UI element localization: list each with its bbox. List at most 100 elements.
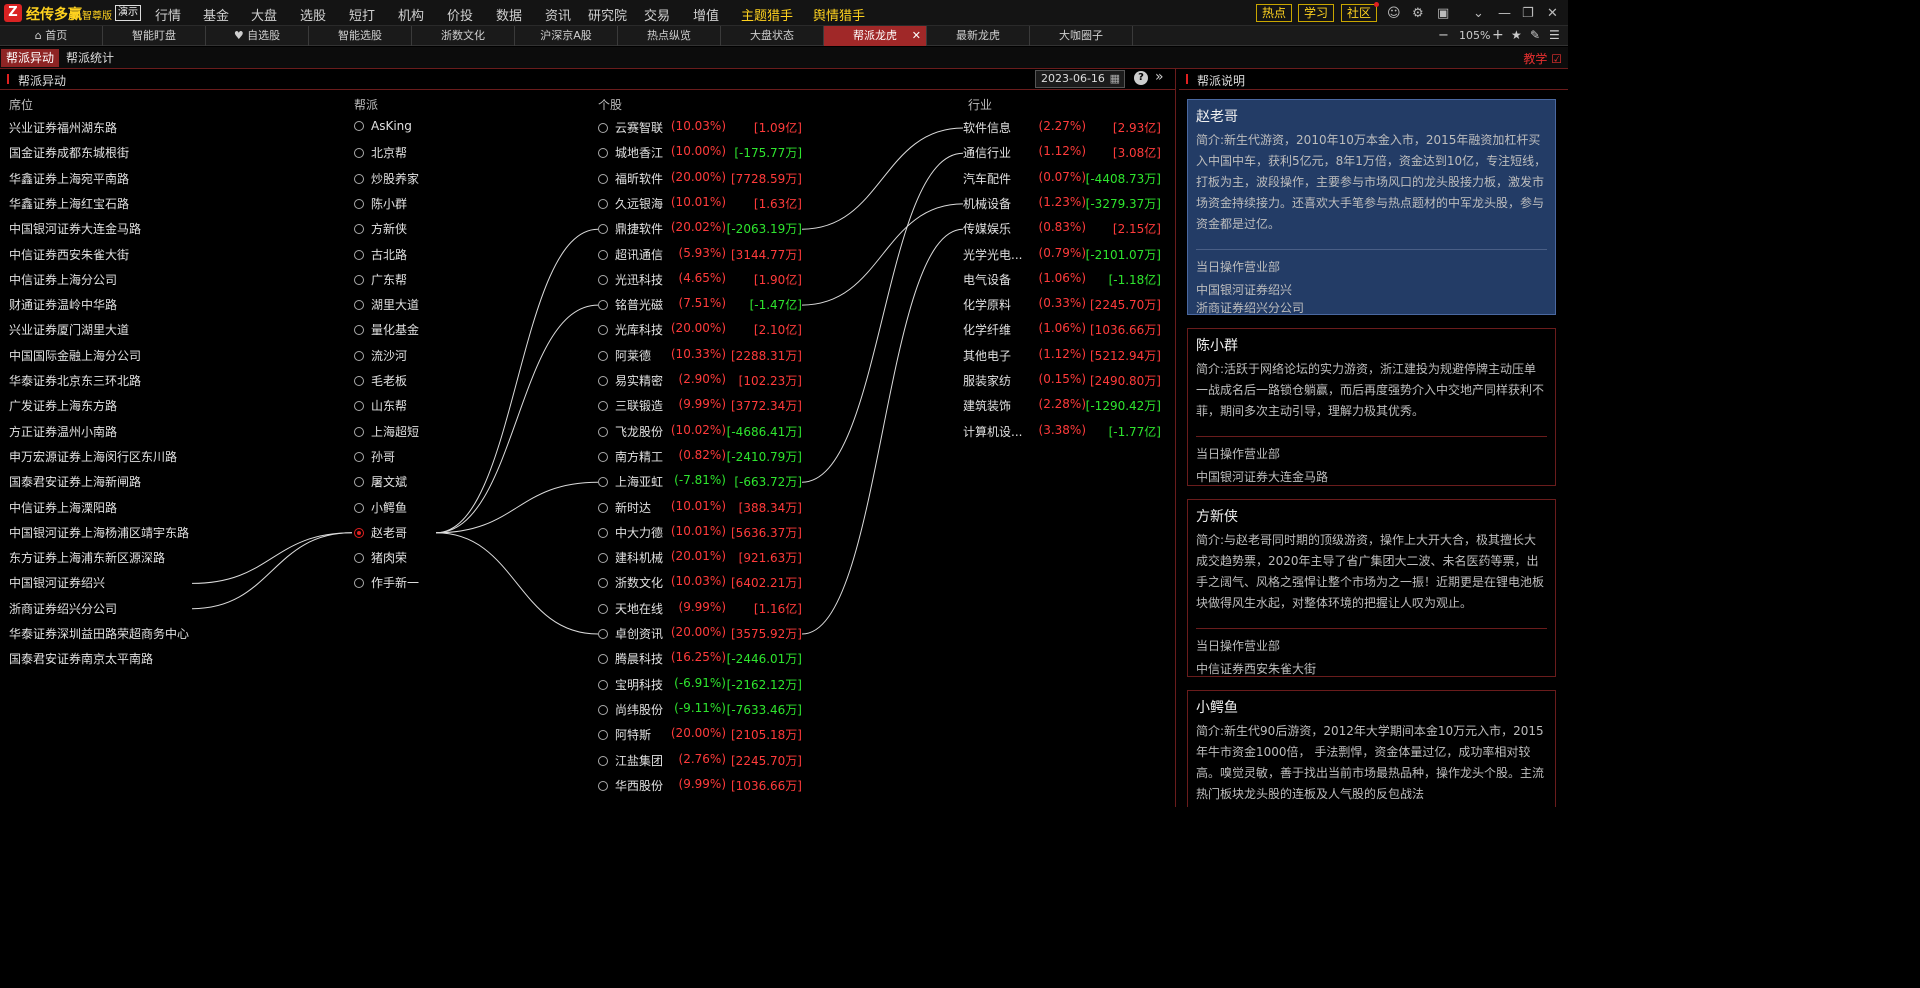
menu-item[interactable]: 选股 [300, 5, 326, 24]
stock-row[interactable]: 尚纬股份 [598, 701, 663, 718]
menu-item[interactable]: 主题猎手 [741, 5, 793, 24]
gang-row[interactable]: 孙哥 [354, 448, 395, 465]
stock-row[interactable]: 超讯通信 [598, 246, 663, 263]
menu-item[interactable]: 机构 [398, 5, 424, 24]
star-icon[interactable]: ★ [1511, 28, 1522, 42]
seat-row[interactable]: 中国国际金融上海分公司 [9, 347, 141, 364]
radio-button[interactable] [598, 629, 608, 639]
stock-row[interactable]: 南方精工 [598, 448, 663, 465]
radio-button[interactable] [354, 578, 364, 589]
industry-name[interactable]: 计算机设... [963, 423, 1022, 440]
gear-icon[interactable]: ⚙ [1412, 6, 1424, 21]
radio-button[interactable] [598, 173, 608, 184]
seat-row[interactable]: 中国银河证券上海杨浦区靖宇东路 [9, 524, 189, 541]
radio-button[interactable] [598, 755, 608, 766]
stock-row[interactable]: 腾晨科技 [598, 650, 663, 667]
list-icon[interactable]: ☰ [1549, 28, 1560, 42]
seat-row[interactable]: 中国银河证券绍兴 [9, 574, 105, 591]
seat-row[interactable]: 申万宏源证券上海闵行区东川路 [9, 448, 177, 465]
tab-item[interactable]: ⌂ 首页 [0, 26, 103, 46]
zoom-out-icon[interactable]: − [1438, 28, 1449, 43]
menu-item[interactable]: 数据 [496, 5, 522, 24]
top-button[interactable]: 热点 [1256, 4, 1293, 22]
gang-row[interactable]: AsKing [354, 119, 412, 133]
radio-button[interactable] [354, 274, 364, 285]
radio-button[interactable] [598, 679, 608, 690]
gang-row[interactable]: 北京帮 [354, 144, 407, 161]
seat-row[interactable]: 国泰君安证券南京太平南路 [9, 650, 153, 667]
radio-button[interactable] [598, 401, 608, 412]
stock-row[interactable]: 城地香江 [598, 144, 663, 161]
tab-item[interactable]: 大盘状态 [721, 26, 824, 46]
stock-row[interactable]: 上海亚虹 [598, 473, 663, 490]
gang-row[interactable]: 量化基金 [354, 321, 419, 338]
gang-row[interactable]: 湖里大道 [354, 296, 419, 313]
gang-card[interactable]: 方新侠 简介:与赵老哥同时期的顶级游资，操作上大开大合，极其擅长大成交趋势票，20… [1187, 499, 1556, 677]
radio-button[interactable] [354, 350, 364, 361]
gang-card[interactable]: 小鳄鱼 简介:新生代90后游资，2012年大学期间本金10万元入市，2015年牛市… [1187, 690, 1556, 807]
radio-button[interactable] [354, 300, 364, 311]
radio-button[interactable] [354, 325, 364, 336]
radio-button[interactable] [598, 477, 608, 488]
seat-row[interactable]: 中国银河证券大连金马路 [9, 220, 141, 237]
radio-button[interactable] [598, 578, 608, 589]
stock-row[interactable]: 阿特斯 [598, 726, 651, 743]
gang-card[interactable]: 陈小群 简介:活跃于网络论坛的实力游资，浙江建投为规避停牌主动压单一战成名后一路锁… [1187, 328, 1556, 486]
industry-name[interactable]: 服装家纺 [963, 372, 1011, 389]
gang-row[interactable]: 炒股养家 [354, 170, 419, 187]
radio-button[interactable] [354, 173, 364, 184]
radio-button[interactable] [354, 198, 364, 209]
stock-row[interactable]: 铭普光磁 [598, 296, 663, 313]
radio-button[interactable] [598, 198, 608, 209]
gang-row[interactable]: 小鳄鱼 [354, 499, 407, 516]
seat-row[interactable]: 广发证券上海东方路 [9, 397, 117, 414]
radio-button[interactable] [598, 527, 608, 538]
radio-button[interactable] [598, 553, 608, 564]
industry-name[interactable]: 其他电子 [963, 347, 1011, 364]
radio-button[interactable] [354, 121, 364, 131]
stock-row[interactable]: 中大力德 [598, 524, 663, 541]
tab-item[interactable]: 沪深京A股 [515, 26, 618, 46]
radio-button[interactable] [598, 350, 608, 361]
window-icon[interactable]: ▣ [1437, 6, 1449, 21]
menu-item[interactable]: 基金 [203, 5, 229, 24]
radio-button[interactable] [354, 527, 364, 538]
radio-button[interactable] [598, 451, 608, 462]
stock-row[interactable]: 浙数文化 [598, 574, 663, 591]
menu-item[interactable]: 价投 [447, 5, 473, 24]
radio-button[interactable] [598, 274, 608, 285]
gang-row[interactable]: 猪肉荣 [354, 549, 407, 566]
radio-button[interactable] [598, 224, 608, 235]
industry-name[interactable]: 汽车配件 [963, 170, 1011, 187]
restore-icon[interactable]: ❐ [1522, 6, 1534, 21]
gang-card[interactable]: 赵老哥 简介:新生代游资，2010年10万本金入市，2015年融资加杠杆买入中国中… [1187, 99, 1556, 315]
gang-row[interactable]: 作手新一 [354, 574, 419, 591]
menu-item[interactable]: 资讯 [545, 5, 571, 24]
tab-item[interactable]: 帮派龙虎 ✕ [824, 26, 927, 46]
radio-button[interactable] [598, 325, 608, 336]
stock-row[interactable]: 飞龙股份 [598, 423, 663, 440]
radio-button[interactable] [354, 249, 364, 260]
tab-item[interactable]: 智能盯盘 [103, 26, 206, 46]
radio-button[interactable] [354, 477, 364, 488]
stock-row[interactable]: 天地在线 [598, 600, 663, 617]
industry-name[interactable]: 化学纤维 [963, 321, 1011, 338]
radio-button[interactable] [354, 376, 364, 386]
stock-row[interactable]: 江盐集团 [598, 752, 663, 769]
seat-row[interactable]: 华鑫证券上海红宝石路 [9, 195, 129, 212]
menu-item[interactable]: 行情 [155, 5, 181, 24]
tab-item[interactable]: 最新龙虎 [927, 26, 1030, 46]
gang-row[interactable]: 方新侠 [354, 220, 407, 237]
teach-button[interactable]: 教学 ☑ [1523, 50, 1562, 67]
zoom-in-icon[interactable]: + [1492, 27, 1504, 43]
gang-row[interactable]: 古北路 [354, 246, 407, 263]
seat-row[interactable]: 兴业证券福州湖东路 [9, 119, 117, 136]
gang-row[interactable]: 赵老哥 [354, 524, 407, 541]
seat-row[interactable]: 东方证券上海浦东新区源深路 [9, 549, 165, 566]
radio-button[interactable] [598, 654, 608, 665]
seat-row[interactable]: 华鑫证券上海宛平南路 [9, 170, 129, 187]
industry-name[interactable]: 电气设备 [963, 271, 1011, 288]
seat-row[interactable]: 浙商证券绍兴分公司 [9, 600, 117, 617]
menu-item[interactable]: 大盘 [251, 5, 277, 24]
gang-row[interactable]: 屠文斌 [354, 473, 407, 490]
